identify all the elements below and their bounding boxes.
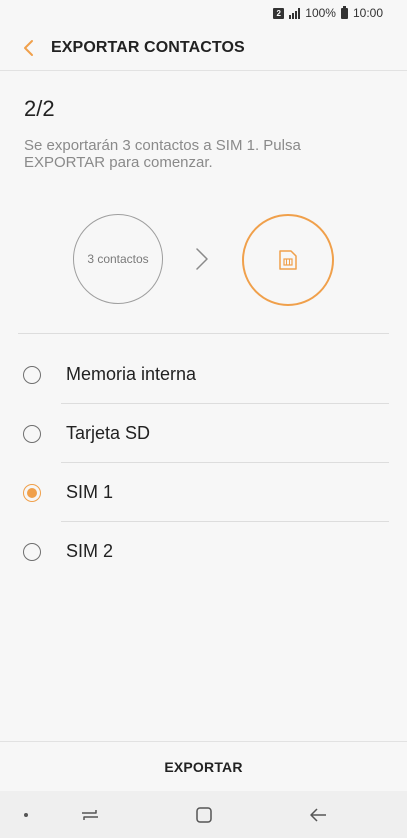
contacts-source-circle: 3 contactos xyxy=(73,214,163,304)
recent-apps-icon xyxy=(82,809,98,820)
radio-button[interactable] xyxy=(23,424,41,443)
system-nav-bar xyxy=(0,791,407,838)
sim-card-icon xyxy=(279,250,297,270)
option-label: SIM 1 xyxy=(66,482,114,502)
option-label: SIM 2 xyxy=(66,541,114,561)
status-bar: 2 100% 10:00 xyxy=(0,0,407,26)
section-divider xyxy=(18,333,389,334)
recent-apps-button[interactable] xyxy=(76,791,104,838)
signal-icon xyxy=(289,7,301,19)
home-button[interactable] xyxy=(190,791,218,838)
option-label: Memoria interna xyxy=(66,364,197,384)
option-label: Tarjeta SD xyxy=(66,423,151,443)
chevron-right-icon xyxy=(196,248,208,270)
battery-icon xyxy=(340,5,348,19)
home-icon xyxy=(196,806,212,823)
radio-button-selected[interactable] xyxy=(23,483,41,502)
clock: 10:00 xyxy=(352,6,383,20)
export-illustration: 3 contactos xyxy=(0,214,407,306)
export-description: Se exportarán 3 contactos a SIM 1. Pulsa… xyxy=(24,137,301,171)
back-arrow-icon xyxy=(310,807,326,822)
option-memoria-interna[interactable]: Memoria interna xyxy=(0,345,407,404)
export-button[interactable]: EXPORTAR xyxy=(144,751,262,783)
battery-percent: 100% xyxy=(305,6,336,20)
footer-bar: EXPORTAR xyxy=(0,741,407,792)
sim-target-circle xyxy=(242,214,334,306)
page-title: EXPORTAR CONTACTOS xyxy=(51,39,245,56)
back-button[interactable] xyxy=(14,34,42,62)
option-tarjeta-sd[interactable]: Tarjeta SD xyxy=(0,404,407,463)
nav-dot-icon xyxy=(18,791,34,838)
chevron-left-icon xyxy=(24,40,33,56)
contacts-count-label: 3 contactos xyxy=(87,252,149,266)
sim-badge: 2 xyxy=(273,7,285,19)
option-sim-2[interactable]: SIM 2 xyxy=(0,522,407,581)
radio-button[interactable] xyxy=(23,542,41,561)
step-counter: 2/2 xyxy=(24,96,55,121)
storage-options-list: Memoria interna Tarjeta SD SIM 1 SIM 2 xyxy=(0,345,407,581)
option-sim-1[interactable]: SIM 1 xyxy=(0,463,407,522)
radio-button[interactable] xyxy=(23,365,41,384)
app-header: EXPORTAR CONTACTOS xyxy=(0,26,407,71)
back-nav-button[interactable] xyxy=(304,791,332,838)
